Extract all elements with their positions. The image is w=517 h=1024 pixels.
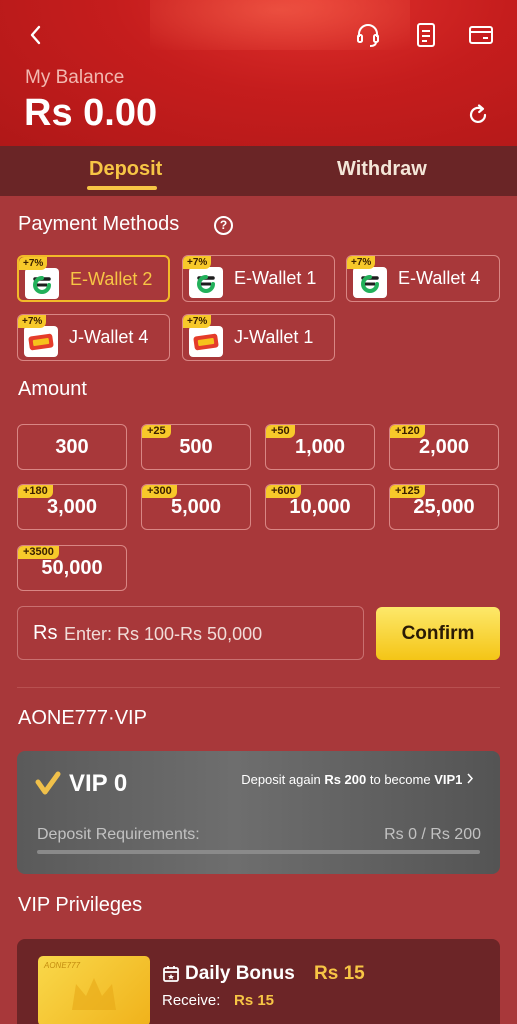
amount-option[interactable]: +50 1,000 <box>265 424 375 470</box>
receive-label: Receive: <box>162 992 221 1009</box>
crown-icon <box>72 978 116 1010</box>
amount-option[interactable]: +600 10,000 <box>265 484 375 530</box>
method-name: E-Wallet 1 <box>234 268 317 288</box>
chevron-right-icon <box>466 772 474 787</box>
balance-label: My Balance <box>25 67 125 88</box>
amount-input[interactable] <box>64 620 354 648</box>
bonus-image-brand: AONE777 <box>44 961 81 970</box>
method-name: J-Wallet 4 <box>69 327 149 347</box>
receive-value: Rs 15 <box>234 992 275 1009</box>
amount-option[interactable]: +125 25,000 <box>389 484 499 530</box>
vip-card[interactable]: VIP 0 Deposit again Rs 200 to become VIP… <box>17 751 500 874</box>
payment-methods-title: Payment Methods <box>18 213 180 235</box>
amount-value: 10,000 <box>289 496 351 518</box>
amount-value: 5,000 <box>170 496 222 518</box>
vip-next-amount: Rs 200 <box>324 772 367 787</box>
amount-value: 25,000 <box>413 496 475 518</box>
deposit-requirements-value: Rs 0 / Rs 200 <box>384 826 481 843</box>
vip-next-level: VIP1 <box>434 772 463 787</box>
daily-bonus-title: Daily Bonus <box>185 963 295 984</box>
tab-active-indicator <box>87 186 157 190</box>
jazzcash-logo-icon <box>189 326 223 357</box>
tab-withdraw[interactable]: Withdraw <box>337 158 427 181</box>
vip-level: VIP 0 <box>69 770 128 797</box>
daily-bonus-amount: Rs 15 <box>314 963 365 984</box>
amount-value: 3,000 <box>46 496 98 518</box>
wallet-icon[interactable] <box>466 20 496 50</box>
section-divider <box>17 687 500 688</box>
balance-value: Rs 0.00 <box>24 92 158 134</box>
amount-option[interactable]: +300 5,000 <box>141 484 251 530</box>
amount-option[interactable]: +25 500 <box>141 424 251 470</box>
refresh-icon[interactable] <box>463 100 493 130</box>
document-icon[interactable] <box>411 20 441 50</box>
amount-option[interactable]: +120 2,000 <box>389 424 499 470</box>
currency-prefix: Rs <box>33 622 58 644</box>
daily-bonus-card[interactable]: AONE777 Daily Bonus Rs 15 Receive: Rs 15 <box>17 939 500 1024</box>
amount-input-box: Rs <box>17 606 364 660</box>
amount-option[interactable]: +180 3,000 <box>17 484 127 530</box>
daily-bonus-image: AONE777 <box>38 956 150 1024</box>
headset-icon[interactable] <box>353 20 383 50</box>
vip-progress-bar <box>37 850 480 854</box>
method-bonus-badge: +7% <box>19 257 48 270</box>
vip-title: AONE777·VIP <box>18 707 147 729</box>
tab-deposit[interactable]: Deposit <box>89 158 162 181</box>
method-name: E-Wallet 2 <box>70 269 153 289</box>
payment-method-e-wallet-2[interactable]: +7% E-Wallet 2 <box>17 255 170 302</box>
method-name: J-Wallet 1 <box>234 327 314 347</box>
payment-method-j-wallet-1[interactable]: +7% J-Wallet 1 <box>182 314 335 361</box>
back-icon[interactable] <box>21 20 51 50</box>
vip-check-icon <box>35 771 61 800</box>
amount-option[interactable]: +3500 50,000 <box>17 545 127 591</box>
easypaisa-logo-icon <box>25 268 59 299</box>
vip-next-prefix: Deposit again <box>241 772 325 787</box>
amount-value: 2,000 <box>418 436 470 458</box>
payment-method-j-wallet-4[interactable]: +7% J-Wallet 4 <box>17 314 170 361</box>
method-bonus-badge: +7% <box>183 256 212 269</box>
deposit-requirements-label: Deposit Requirements: <box>37 826 200 843</box>
easypaisa-logo-icon <box>189 267 223 298</box>
tab-bar: Deposit Withdraw <box>0 146 517 196</box>
jazzcash-logo-icon <box>24 326 58 357</box>
method-name: E-Wallet 4 <box>398 268 481 288</box>
help-icon[interactable]: ? <box>214 216 233 235</box>
method-bonus-badge: +7% <box>347 256 376 269</box>
vip-privileges-title: VIP Privileges <box>18 894 143 916</box>
confirm-button[interactable]: Confirm <box>376 607 500 660</box>
vip-next-level-link[interactable]: Deposit again Rs 200 to become VIP1 <box>241 772 474 787</box>
easypaisa-logo-icon <box>353 267 387 298</box>
vip-next-middle: to become <box>366 772 435 787</box>
amount-value: 1,000 <box>294 436 346 458</box>
calendar-icon <box>162 965 180 988</box>
amount-value: 300 <box>55 436 89 458</box>
method-bonus-badge: +7% <box>18 315 47 328</box>
method-bonus-badge: +7% <box>183 315 212 328</box>
payment-method-e-wallet-4[interactable]: +7% E-Wallet 4 <box>346 255 500 302</box>
payment-method-e-wallet-1[interactable]: +7% E-Wallet 1 <box>182 255 335 302</box>
balance-header: My Balance Rs 0.00 <box>0 0 517 146</box>
amount-value: 50,000 <box>41 557 103 579</box>
amount-title: Amount <box>18 378 87 400</box>
amount-value: 500 <box>179 436 213 458</box>
amount-option[interactable]: 300 <box>17 424 127 470</box>
